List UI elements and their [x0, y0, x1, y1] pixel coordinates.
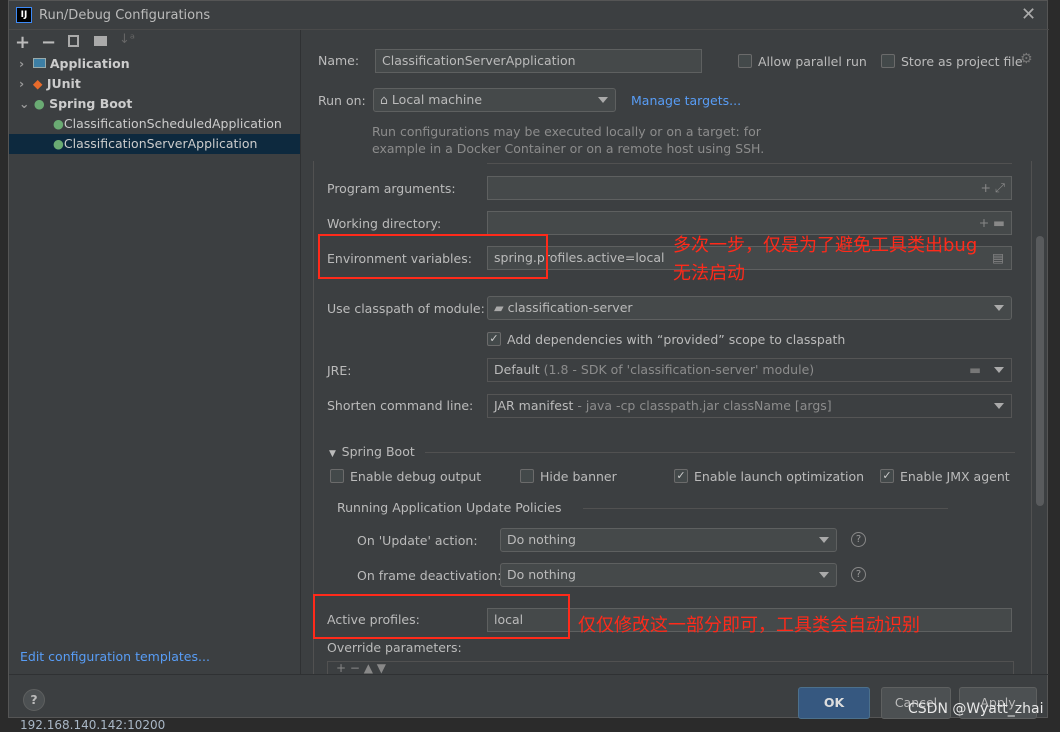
update-action-dropdown[interactable]: Do nothing [500, 528, 837, 552]
close-icon[interactable]: ✕ [1021, 4, 1036, 25]
module-icon: ▰ [494, 300, 508, 315]
tree-item-spring-boot[interactable]: ⌄ ● Spring Boot [19, 96, 132, 111]
run-on-dropdown[interactable]: ⌂ Local machine [373, 88, 616, 112]
name-label: Name: [318, 53, 360, 68]
triangle-down-icon: ▼ [329, 449, 342, 459]
launch-opt-label: Enable launch optimization [694, 469, 865, 484]
allow-parallel-label: Allow parallel run [758, 54, 867, 69]
tree-item-junit[interactable]: › ◆ JUnit [19, 76, 81, 91]
background-editor-text: 192.168.140.142:10200 [20, 718, 166, 732]
folder-icon[interactable]: ▬ [969, 359, 981, 381]
remove-config-button[interactable]: − [41, 32, 56, 53]
add-deps-label: Add dependencies with “provided” scope t… [507, 332, 846, 347]
window-title: Run/Debug Configurations [39, 8, 211, 23]
scroll-panel-border [1031, 161, 1032, 674]
frame-deactivation-label: On frame deactivation: [357, 568, 502, 583]
working-dir-label: Working directory: [327, 216, 442, 231]
allow-parallel-checkbox[interactable] [738, 54, 752, 68]
classpath-label: Use classpath of module: [327, 301, 485, 316]
scrollbar[interactable] [1036, 236, 1044, 506]
ok-button[interactable]: OK [798, 687, 870, 719]
edit-templates-link[interactable]: Edit configuration templates... [20, 649, 210, 664]
app-icon: IJ [16, 7, 32, 23]
folder-add-icon[interactable] [94, 36, 107, 46]
spring-boot-icon: ● [53, 116, 64, 131]
jmx-checkbox[interactable]: ✓ [880, 469, 894, 483]
help-button[interactable]: ? [23, 689, 45, 711]
tree-item-server-app[interactable]: ●ClassificationServerApplication [9, 134, 300, 154]
panel-divider [300, 30, 301, 674]
frame-deactivation-dropdown[interactable]: Do nothing [500, 563, 837, 587]
name-input[interactable]: ClassificationServerApplication [375, 49, 702, 73]
help-icon[interactable]: ? [851, 567, 866, 582]
program-args-input[interactable]: + ⤢ [487, 176, 1012, 200]
watermark: CSDN @Wyatt_zhai [908, 701, 1044, 717]
shorten-dropdown[interactable]: JAR manifest - java -cp classpath.jar cl… [487, 394, 1012, 418]
help-icon[interactable]: ? [851, 532, 866, 547]
expand-icon[interactable]: + ⤢ [981, 177, 1005, 199]
enable-debug-label: Enable debug output [350, 469, 482, 484]
annotation-box-profiles [313, 594, 570, 639]
shorten-label: Shorten command line: [327, 398, 474, 413]
launch-opt-checkbox[interactable]: ✓ [674, 469, 688, 483]
add-config-button[interactable]: + [15, 32, 30, 53]
run-on-label: Run on: [318, 93, 366, 108]
store-project-checkbox[interactable] [881, 54, 895, 68]
update-action-label: On 'Update' action: [357, 533, 478, 548]
run-on-help-text: Run configurations may be executed local… [372, 124, 761, 139]
override-params-table[interactable]: + − ▲ ▼ [327, 661, 1014, 674]
annotation-box-env [318, 234, 548, 279]
store-project-label: Store as project file [901, 54, 1023, 69]
chevron-down-icon: ⌄ [19, 96, 34, 111]
chevron-right-icon: › [19, 76, 33, 91]
tree-item-scheduled-app[interactable]: ●ClassificationScheduledApplication [53, 116, 282, 131]
folder-icon[interactable]: + ▬ [979, 212, 1005, 234]
annotation-note-env: 多次一步，仅是为了避免工具类出bug [673, 235, 978, 256]
gear-icon[interactable]: ⚙ [1020, 51, 1033, 67]
spring-section-toggle[interactable]: ▼ Spring Boot [329, 444, 415, 459]
override-params-label: Override parameters: [327, 640, 462, 655]
chevron-right-icon: › [19, 56, 33, 71]
manage-targets-link[interactable]: Manage targets... [631, 93, 741, 108]
copy-icon[interactable] [68, 35, 79, 47]
annotation-note-env-2: 无法启动 [673, 263, 745, 284]
application-icon [32, 58, 46, 68]
hide-banner-label: Hide banner [540, 469, 617, 484]
annotation-note-profiles: 仅仅修改这一部分即可，工具类会自动识别 [578, 615, 920, 636]
tree-item-application[interactable]: › Application [19, 56, 130, 71]
jmx-label: Enable JMX agent [900, 469, 1010, 484]
edit-env-icon[interactable]: ▤ [992, 247, 1004, 269]
add-deps-checkbox[interactable]: ✓ [487, 332, 501, 346]
hide-banner-checkbox[interactable] [520, 469, 534, 483]
jre-label: JRE: [327, 363, 352, 378]
junit-icon: ◆ [32, 76, 47, 91]
spring-boot-icon: ● [53, 136, 64, 151]
jre-dropdown[interactable]: Default (1.8 - SDK of 'classification-se… [487, 358, 1012, 382]
sort-icon: ↓ᵃ [119, 32, 135, 47]
home-icon: ⌂ [380, 92, 392, 107]
enable-debug-checkbox[interactable] [330, 469, 344, 483]
classpath-dropdown[interactable]: ▰ classification-server [487, 296, 1012, 320]
run-on-help-text-2: example in a Docker Container or on a re… [372, 141, 765, 156]
program-args-label: Program arguments: [327, 181, 456, 196]
spring-boot-icon: ● [33, 96, 50, 111]
policies-heading: Running Application Update Policies [337, 500, 562, 515]
